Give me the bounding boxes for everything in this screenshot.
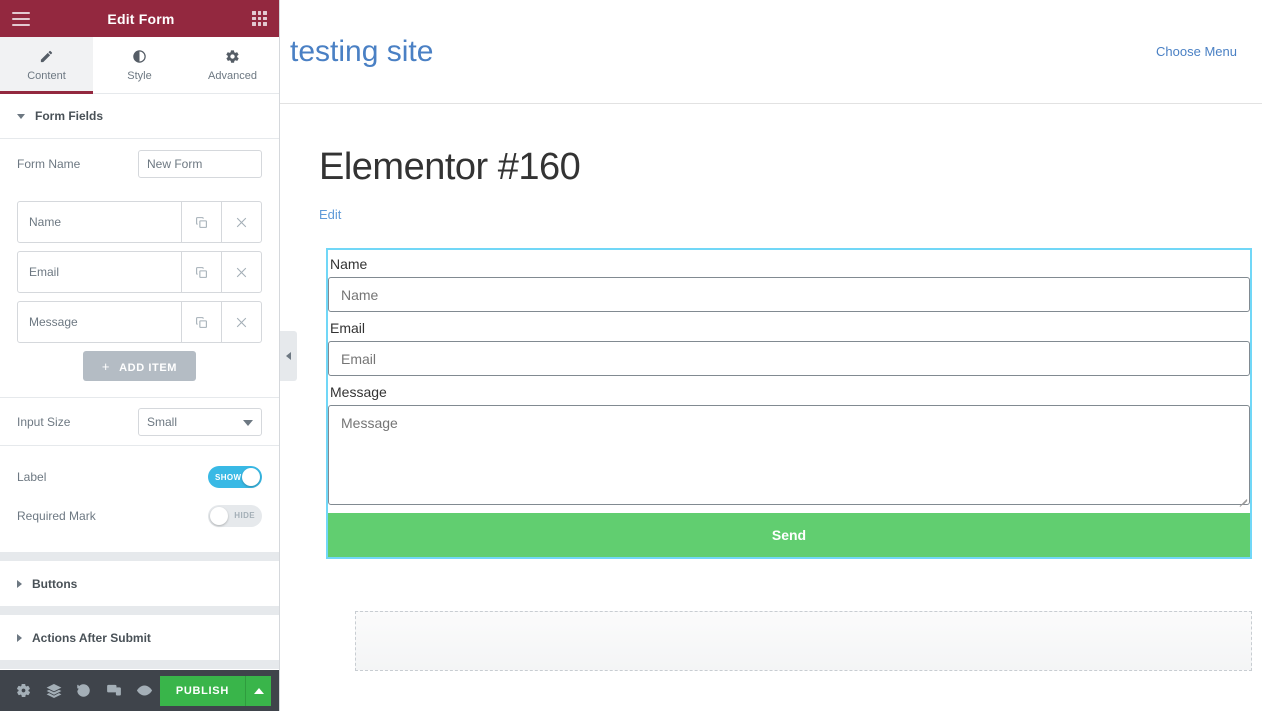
form-name-label: Form Name — [17, 156, 81, 171]
chevron-right-icon — [17, 579, 22, 588]
control-required-mark: Required Mark HIDE — [0, 498, 279, 533]
chevron-down-icon — [17, 113, 25, 119]
form-field-name: Name — [328, 256, 1250, 312]
choose-menu-link[interactable]: Choose Menu — [1156, 44, 1237, 59]
copy-icon[interactable] — [181, 302, 221, 342]
table-row[interactable]: Name — [17, 201, 262, 243]
required-mark-state: HIDE — [234, 511, 255, 520]
toggle-knob — [210, 506, 228, 525]
toggle-knob — [242, 468, 260, 486]
add-item-button[interactable]: + ADD ITEM — [83, 351, 196, 381]
copy-icon[interactable] — [181, 252, 221, 292]
close-icon[interactable] — [221, 202, 261, 242]
form-field-message: Message — [328, 384, 1250, 505]
name-input[interactable] — [328, 277, 1250, 312]
close-icon[interactable] — [221, 302, 261, 342]
field-item-label[interactable]: Email — [18, 252, 181, 292]
required-mark-label: Required Mark — [17, 508, 96, 523]
control-input-size: Input Size Small — [0, 398, 279, 445]
tab-content[interactable]: Content — [0, 37, 93, 94]
page-content: Elementor #160 Edit Name Email Message — [280, 104, 1262, 671]
section-separator — [0, 552, 279, 561]
table-row[interactable]: Email — [17, 251, 262, 293]
chevron-down-icon — [243, 419, 253, 426]
input-size-label: Input Size — [17, 414, 71, 429]
panel-tabs: Content Style Advanced — [0, 37, 279, 94]
history-icon[interactable] — [69, 670, 99, 711]
page-title: Elementor #160 — [319, 146, 581, 188]
preview-canvas: testing site Choose Menu Elementor #160 … — [280, 0, 1262, 711]
chevron-left-icon — [286, 352, 291, 360]
close-icon[interactable] — [221, 252, 261, 292]
tab-advanced[interactable]: Advanced — [186, 37, 279, 93]
caret-up-icon — [253, 687, 264, 694]
tab-advanced-label: Advanced — [208, 70, 257, 82]
panel-footer: PUBLISH — [0, 670, 279, 711]
label-toggle-state: SHOW — [215, 472, 242, 482]
send-button[interactable]: Send — [328, 513, 1250, 557]
required-mark-toggle-switch[interactable]: HIDE — [208, 504, 262, 527]
contrast-circle-icon — [132, 48, 147, 65]
plus-icon: + — [101, 358, 111, 374]
edit-link[interactable]: Edit — [319, 207, 341, 222]
navigator-layers-icon[interactable] — [38, 670, 68, 711]
panel-title: Edit Form — [107, 10, 175, 27]
panel-header: Edit Form — [0, 0, 279, 37]
form-label-message: Message — [330, 384, 387, 400]
copy-icon[interactable] — [181, 202, 221, 242]
section-separator — [0, 606, 279, 615]
label-toggle-switch[interactable]: SHOW — [208, 466, 262, 488]
tab-style-label: Style — [127, 70, 152, 82]
grid-icon[interactable] — [252, 11, 267, 26]
control-form-name: Form Name — [0, 139, 279, 188]
form-label-name: Name — [330, 256, 368, 272]
section-buttons-title: Buttons — [32, 576, 78, 591]
email-input[interactable] — [328, 341, 1250, 376]
panel-body: Form Fields Form Name Name Email — [0, 94, 279, 670]
section-form-fields-title: Form Fields — [35, 109, 104, 123]
add-item-label: ADD ITEM — [119, 361, 178, 374]
tab-style[interactable]: Style — [93, 37, 186, 93]
section-actions-after-submit-title: Actions After Submit — [32, 630, 151, 645]
control-label-toggle: Label SHOW — [0, 456, 279, 498]
add-section-dropzone[interactable] — [355, 611, 1252, 671]
label-toggle-label: Label — [17, 470, 47, 484]
pencil-icon — [39, 48, 54, 65]
section-form-fields[interactable]: Form Fields — [0, 94, 279, 139]
table-row[interactable]: Message — [17, 301, 262, 343]
form-widget[interactable]: Name Email Message Send — [326, 248, 1252, 559]
preview-eye-icon[interactable] — [129, 670, 159, 711]
message-textarea-wrap — [328, 405, 1250, 505]
divider — [0, 445, 279, 446]
form-name-input[interactable] — [138, 149, 262, 178]
publish-dropdown-button[interactable] — [245, 675, 271, 706]
form-fields-repeater: Name Email Message + ADD ITEM — [0, 201, 279, 381]
editor-panel: Edit Form Content Style Advanced Form Fi… — [0, 0, 280, 711]
elementor-editor: Edit Form Content Style Advanced Form Fi… — [0, 0, 1262, 711]
message-textarea[interactable] — [328, 405, 1250, 505]
field-item-label[interactable]: Name — [18, 202, 181, 242]
settings-gear-icon[interactable] — [8, 670, 38, 711]
tab-content-label: Content — [27, 70, 66, 82]
form-field-email: Email — [328, 320, 1250, 376]
section-buttons[interactable]: Buttons — [0, 561, 279, 606]
chevron-right-icon — [17, 633, 22, 642]
site-header: testing site Choose Menu — [280, 0, 1262, 104]
field-item-label[interactable]: Message — [18, 302, 181, 342]
hamburger-icon[interactable] — [12, 11, 30, 26]
gear-icon — [225, 48, 240, 65]
publish-button[interactable]: PUBLISH — [159, 675, 245, 706]
form-label-email: Email — [330, 320, 366, 336]
section-separator — [0, 660, 279, 669]
section-actions-after-submit[interactable]: Actions After Submit — [0, 615, 279, 660]
responsive-mode-icon[interactable] — [99, 670, 129, 711]
site-title[interactable]: testing site — [290, 35, 433, 69]
input-size-select[interactable]: Small — [138, 407, 262, 436]
publish-group: PUBLISH — [159, 675, 271, 706]
panel-collapse-handle[interactable] — [280, 331, 297, 381]
